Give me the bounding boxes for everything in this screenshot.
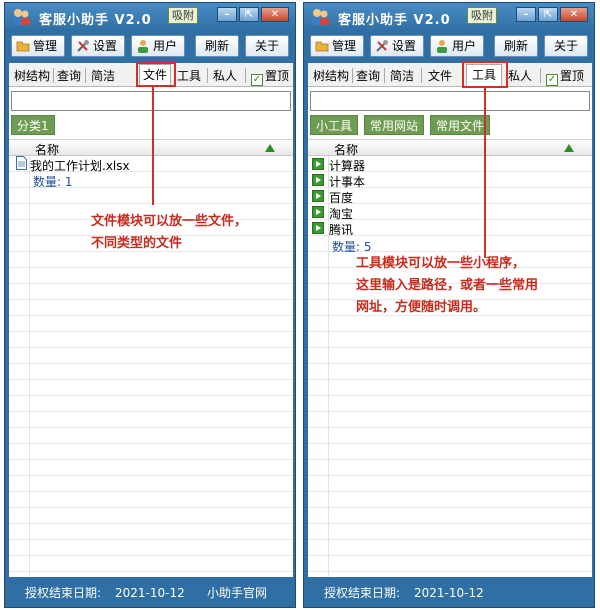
expiry-label: 授权结束日期: — [324, 586, 401, 600]
settings-button[interactable]: 设置 — [71, 35, 125, 57]
check-icon: ✓ — [546, 74, 558, 86]
sort-ascending-icon[interactable] — [265, 144, 275, 152]
user-button[interactable]: 用户 — [430, 35, 484, 57]
settings-button[interactable]: 设置 — [370, 35, 424, 57]
close-button[interactable]: ✕ — [261, 7, 289, 22]
folder-icon — [315, 41, 329, 52]
minimize-button[interactable]: – — [217, 7, 237, 22]
annotation-arrow — [152, 87, 154, 205]
tab-files[interactable]: 文件 — [426, 67, 454, 85]
refresh-button[interactable]: 刷新 — [195, 35, 239, 57]
tab-simple[interactable]: 简洁 — [387, 67, 417, 85]
tab-simple[interactable]: 简洁 — [88, 67, 118, 85]
tab-separator — [207, 68, 208, 83]
tab-separator — [421, 68, 422, 83]
list-item[interactable]: 百度 — [308, 188, 592, 205]
attach-toggle[interactable]: 吸附 — [467, 7, 497, 24]
status-bar: 授权结束日期: 2021-10-12 — [304, 579, 594, 607]
list-divider — [29, 156, 30, 577]
sort-ascending-icon[interactable] — [564, 144, 574, 152]
refresh-button[interactable]: 刷新 — [494, 35, 538, 57]
tab-separator — [540, 68, 541, 83]
tab-private[interactable]: 私人 — [211, 67, 239, 85]
category-tab[interactable]: 分类1 — [11, 115, 55, 135]
main-panel: 树结构 查询 简洁 文件 工具 私人 ✓ 置顶 小工具 常用网站 常用文件 名称… — [308, 61, 592, 577]
close-button[interactable]: ✕ — [560, 7, 588, 22]
user-icon — [138, 40, 148, 53]
list-item[interactable]: 我的工作计划.xlsx — [9, 156, 293, 173]
user-icon — [437, 40, 447, 53]
tab-separator — [352, 68, 353, 83]
search-input[interactable] — [310, 91, 590, 111]
window-title: 客服小助手 V2.0 — [338, 13, 451, 28]
annotation-text: 文件模块可以放一些文件， 不同类型的文件 — [91, 214, 248, 251]
pin-checkbox[interactable]: ✓ 置顶 — [251, 67, 289, 86]
highlight-box — [462, 61, 508, 88]
app-people-icon — [13, 9, 30, 25]
about-button[interactable]: 关于 — [245, 35, 289, 57]
play-icon — [312, 158, 324, 170]
category-bar: 分类1 — [9, 115, 293, 137]
expiry-date: 2021-10-12 — [414, 586, 484, 600]
official-site-link[interactable]: 小助手官网 — [207, 579, 267, 607]
status-bar: 授权结束日期: 2021-10-12 小助手官网 — [5, 579, 295, 607]
list-header[interactable]: 名称 — [308, 139, 592, 157]
expiry-date: 2021-10-12 — [115, 586, 185, 600]
expiry-label: 授权结束日期: — [25, 586, 102, 600]
check-icon: ✓ — [251, 74, 263, 86]
annotation-arrow — [484, 88, 486, 258]
minimize-button[interactable]: – — [516, 7, 536, 22]
pin-checkbox[interactable]: ✓ 置顶 — [546, 67, 584, 86]
restore-button[interactable]: ⇱ — [538, 7, 558, 22]
list-item[interactable]: 计事本 — [308, 172, 592, 189]
document-icon — [16, 156, 27, 170]
play-icon — [312, 190, 324, 202]
list-item[interactable]: 淘宝 — [308, 204, 592, 221]
play-icon — [312, 222, 324, 234]
search-input[interactable] — [11, 91, 291, 111]
tab-tools[interactable]: 工具 — [175, 67, 203, 85]
manage-button[interactable]: 管理 — [310, 35, 364, 57]
tab-separator — [245, 68, 246, 83]
tab-query[interactable]: 查询 — [56, 67, 82, 85]
right-window: 客服小助手 V2.0 吸附 – ⇱ ✕ 管理 设置 用户 刷新 关于 树结构 查… — [303, 2, 595, 608]
manage-button[interactable]: 管理 — [11, 35, 65, 57]
toolbar: 管理 设置 用户 刷新 关于 — [5, 31, 295, 61]
tab-separator — [384, 68, 385, 83]
toolbar: 管理 设置 用户 刷新 关于 — [304, 31, 594, 61]
annotation-text: 工具模块可以放一些小程序， 这里输入是路径，或者一些常用 网址，方便随时调用。 — [356, 256, 539, 315]
title-bar[interactable]: 客服小助手 V2.0 吸附 – ⇱ ✕ — [5, 3, 295, 31]
tab-tree[interactable]: 树结构 — [13, 67, 51, 85]
screenshot-stage: 客服小助手 V2.0 吸附 – ⇱ ✕ 管理 设置 用户 刷新 关于 树结构 查… — [0, 0, 600, 610]
category-tab[interactable]: 常用文件 — [430, 115, 491, 135]
list-header[interactable]: 名称 — [9, 139, 293, 157]
main-panel: 树结构 查询 简洁 文件 工具 私人 ✓ 置顶 分类1 名称 我的工作计划.xl… — [9, 62, 293, 577]
category-tab[interactable]: 常用网站 — [364, 115, 425, 135]
app-people-icon — [312, 9, 329, 25]
tab-tree[interactable]: 树结构 — [312, 67, 350, 85]
tools-icon — [376, 40, 388, 52]
left-window: 客服小助手 V2.0 吸附 – ⇱ ✕ 管理 设置 用户 刷新 关于 树结构 查… — [4, 2, 296, 608]
list-item[interactable]: 计算器 — [308, 156, 592, 173]
category-tab[interactable]: 小工具 — [310, 115, 359, 135]
highlight-box — [136, 62, 176, 87]
user-button[interactable]: 用户 — [131, 35, 185, 57]
tab-separator — [85, 68, 86, 83]
attach-toggle[interactable]: 吸附 — [168, 7, 198, 24]
tools-icon — [77, 40, 89, 52]
category-bar: 小工具 常用网站 常用文件 — [308, 115, 592, 137]
about-button[interactable]: 关于 — [544, 35, 588, 57]
tab-query[interactable]: 查询 — [355, 67, 381, 85]
play-icon — [312, 174, 324, 186]
item-count: 数量: 1 — [33, 175, 73, 189]
restore-button[interactable]: ⇱ — [239, 7, 259, 22]
tab-private[interactable]: 私人 — [506, 67, 534, 85]
folder-icon — [16, 41, 30, 52]
tab-strip: 树结构 查询 简洁 文件 工具 私人 ✓ 置顶 — [308, 63, 592, 87]
title-bar[interactable]: 客服小助手 V2.0 吸附 – ⇱ ✕ — [304, 3, 594, 31]
tab-separator — [53, 68, 54, 83]
list-item[interactable]: 腾讯 — [308, 220, 592, 237]
window-title: 客服小助手 V2.0 — [39, 13, 152, 28]
play-icon — [312, 206, 324, 218]
